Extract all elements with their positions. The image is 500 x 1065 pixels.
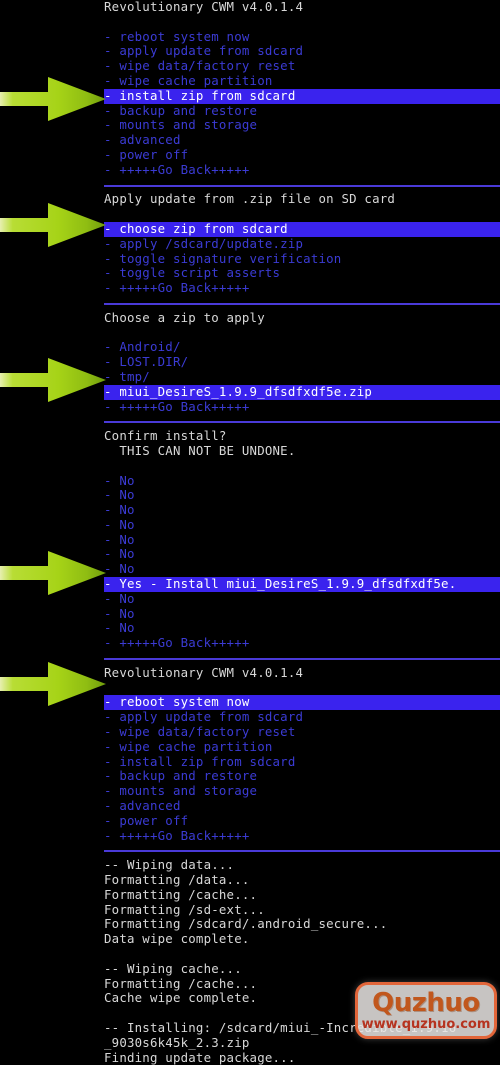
menu-item-main-menu-install-5-backup-and-restore[interactable]: - backup and restore: [104, 103, 500, 119]
menu-item-main-menu-install-0-reboot-system-now[interactable]: - reboot system now: [104, 29, 500, 45]
menu-item-main-menu-install-1-apply-update-from-sdcard[interactable]: - apply update from sdcard: [104, 43, 500, 59]
watermark-title: Quzhuo: [372, 987, 480, 1018]
section-divider-choose-zip-menu: [104, 296, 500, 311]
menu-item-choose-zip-menu-1-lost-dir[interactable]: - LOST.DIR/: [104, 354, 500, 370]
menu-item-confirm-install-menu-6-no[interactable]: - No: [104, 561, 500, 577]
menu-item-main-menu-reboot-2-wipe-data-factory-reset[interactable]: - wipe data/factory reset: [104, 724, 500, 740]
screen-title-confirm-install-menu: Confirm install?: [104, 428, 227, 444]
menu-item-main-menu-reboot-4-install-zip-from-sdcard[interactable]: - install zip from sdcard: [104, 754, 500, 770]
arrow-reboot-now: [0, 658, 108, 710]
menu-item-choose-zip-menu-2-tmp[interactable]: - tmp/: [104, 369, 500, 385]
arrow-miui-zip: [0, 354, 108, 406]
menu-item-confirm-install-menu-0-no[interactable]: - No: [104, 473, 500, 489]
menu-item-selected-choose-zip-menu-miui-desires-1-9-9-dfsdfxdf5e-zip[interactable]: - miui_DesireS_1.9.9_dfsdfxdf5e.zip: [104, 384, 500, 400]
quzhuo-watermark: Quzhuo www.quzhuo.com: [355, 982, 497, 1039]
menu-item-confirm-install-menu-4-no[interactable]: - No: [104, 532, 500, 548]
menu-item-main-menu-reboot-1-apply-update-from-sdcard[interactable]: - apply update from sdcard: [104, 709, 500, 725]
screen-subtitle-confirm-install-menu: THIS CAN NOT BE UNDONE.: [104, 442, 296, 458]
terminal-output: Revolutionary CWM v4.0.1.4 - reboot syst…: [104, 0, 500, 1065]
section-divider-main-menu-reboot: [104, 651, 500, 666]
section-divider-confirm-install-menu: [104, 414, 500, 429]
menu-item-main-menu-install-8-power-off[interactable]: - power off: [104, 147, 500, 163]
menu-item-main-menu-reboot-7-advanced[interactable]: - advanced: [104, 798, 500, 814]
menu-item-main-menu-reboot-5-backup-and-restore[interactable]: - backup and restore: [104, 769, 500, 784]
menu-item-main-menu-install-2-wipe-data-factory-reset[interactable]: - wipe data/factory reset: [104, 58, 500, 74]
menu-item-selected-main-menu-reboot-reboot-system-now[interactable]: - reboot system now: [104, 695, 500, 711]
watermark-url: www.quzhuo.com: [361, 1016, 491, 1032]
menu-item-confirm-install-menu-1-no[interactable]: - No: [104, 487, 500, 503]
menu-item-main-menu-install-6-mounts-and-storage[interactable]: - mounts and storage: [104, 117, 500, 133]
arrow-yes-install: [0, 547, 108, 599]
menu-item-confirm-install-menu-3-no[interactable]: - No: [104, 517, 500, 533]
log-line-7: -- Wiping cache...: [104, 960, 242, 976]
log-line-0: -- Wiping data...: [104, 857, 235, 873]
log-line-13: Finding update package...: [104, 1049, 296, 1065]
screen-title-main-menu-install: Revolutionary CWM v4.0.1.4: [104, 0, 304, 14]
screen-title-choose-zip-menu: Choose a zip to apply: [104, 309, 265, 325]
screen-title-apply-update-menu: Apply update from .zip file on SD card: [104, 191, 396, 207]
recovery-screen: Revolutionary CWM v4.0.1.4 - reboot syst…: [0, 0, 500, 1064]
menu-item-confirm-install-menu-2-no[interactable]: - No: [104, 502, 500, 518]
menu-item-main-menu-reboot-3-wipe-cache-partition[interactable]: - wipe cache partition: [104, 739, 500, 755]
menu-item-confirm-install-menu-10-no[interactable]: - No: [104, 621, 500, 636]
arrow-choose-zip: [0, 199, 108, 251]
section-divider-log: [104, 843, 500, 858]
menu-item-main-menu-install-3-wipe-cache-partition[interactable]: - wipe cache partition: [104, 73, 500, 89]
menu-item-selected-main-menu-install-install-zip-from-sdcard[interactable]: - install zip from sdcard: [104, 88, 500, 104]
menu-item-choose-zip-menu-4-go-back[interactable]: - +++++Go Back+++++: [104, 399, 500, 415]
menu-item-choose-zip-menu-0-android[interactable]: - Android/: [104, 339, 500, 355]
menu-item-main-menu-reboot-9-go-back[interactable]: - +++++Go Back+++++: [104, 828, 500, 844]
menu-item-main-menu-reboot-8-power-off[interactable]: - power off: [104, 813, 500, 829]
menu-item-apply-update-menu-2-toggle-signature-verification[interactable]: - toggle signature verification: [104, 251, 500, 267]
log-line-2: Formatting /cache...: [104, 886, 258, 902]
screen-title-main-menu-reboot: Revolutionary CWM v4.0.1.4: [104, 664, 304, 680]
log-line-1: Formatting /data...: [104, 872, 250, 888]
menu-item-main-menu-install-9-go-back[interactable]: - +++++Go Back+++++: [104, 162, 500, 178]
menu-item-main-menu-reboot-6-mounts-and-storage[interactable]: - mounts and storage: [104, 783, 500, 799]
arrow-install-zip: [0, 73, 108, 125]
log-line-3: Formatting /sd-ext...: [104, 901, 265, 917]
menu-item-confirm-install-menu-8-no[interactable]: - No: [104, 591, 500, 607]
menu-item-apply-update-menu-3-toggle-script-asserts[interactable]: - toggle script asserts: [104, 265, 500, 281]
log-line-4: Formatting /sdcard/.android_secure...: [104, 916, 388, 932]
section-divider-apply-update-menu: [104, 178, 500, 193]
menu-item-confirm-install-menu-9-no[interactable]: - No: [104, 606, 500, 622]
menu-item-selected-confirm-install-menu-yes-install-miui-desires-1-9-9-dfsdfxdf5e[interactable]: - Yes - Install miui_DesireS_1.9.9_dfsdf…: [104, 576, 500, 592]
menu-item-apply-update-menu-4-go-back[interactable]: - +++++Go Back+++++: [104, 280, 500, 296]
menu-item-main-menu-install-7-advanced[interactable]: - advanced: [104, 132, 500, 148]
log-line-5: Data wipe complete.: [104, 931, 250, 947]
menu-item-confirm-install-menu-5-no[interactable]: - No: [104, 547, 500, 562]
menu-item-apply-update-menu-1-apply-sdcard-update-zip[interactable]: - apply /sdcard/update.zip: [104, 236, 500, 252]
menu-item-selected-apply-update-menu-choose-zip-from-sdcard[interactable]: - choose zip from sdcard: [104, 221, 500, 237]
menu-item-confirm-install-menu-11-go-back[interactable]: - +++++Go Back+++++: [104, 635, 500, 651]
